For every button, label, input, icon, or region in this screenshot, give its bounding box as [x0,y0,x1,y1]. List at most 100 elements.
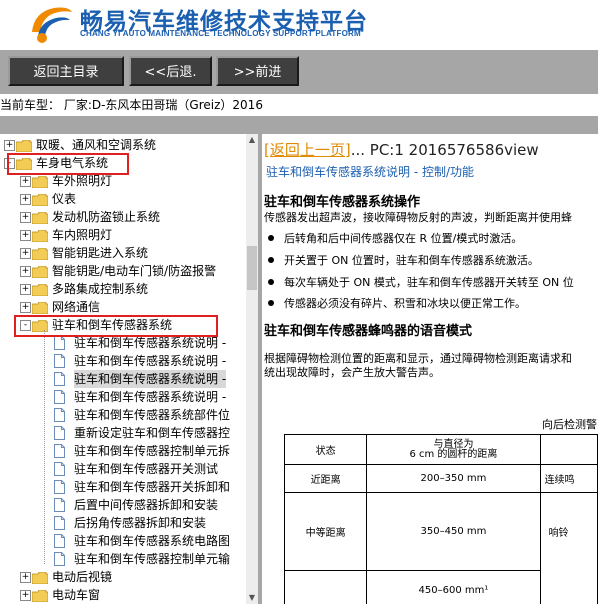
scroll-up-icon[interactable]: ▲ [246,134,258,146]
folder-icon [31,589,49,603]
expand-icon[interactable]: + [20,176,31,187]
folder-icon [31,283,49,297]
document-icon [54,426,65,440]
document-id: ... PC:1 2016576586view [350,141,539,159]
expand-icon[interactable]: + [20,248,31,259]
folder-icon [31,301,49,315]
toolbar: 返回主目录 <<后退. >>前进 [0,50,598,94]
expand-icon[interactable]: + [4,140,15,151]
tree-scrollbar[interactable]: ▲ ▼ [246,134,258,604]
tree-item-label: 发动机防盗锁止系统 [52,210,161,224]
expand-icon[interactable]: + [20,572,31,583]
document-icon [54,552,65,566]
expand-icon[interactable]: + [20,284,31,295]
section-paragraph: 根据障碍物检测位置的距离和显示，通过障碍物检测距离请求和 [264,352,572,365]
document-panel: [返回上一页]... PC:1 2016576586view 驻车和倒车传感器系… [262,134,598,604]
app-header: 畅易汽车维修技术支持平台 CHANG YI AUTO MAINTENANCE T… [0,0,598,50]
table-cell [283,570,368,604]
tree-item-label: 驻车和倒车传感器系统部件位 [74,408,231,422]
document-icon [54,408,65,422]
tree-item-label: 驻车和倒车传感器系统说明 - [74,354,227,368]
tree-item-label: 驻车和倒车传感器系统说明 - [74,390,227,404]
tree-item-label: 驻车和倒车传感器开关拆卸和 [74,480,231,494]
table-header-distance: 与直径为 6 cm 的圆杆的距离 [366,434,541,465]
tree-item-label: 后拐角传感器拆卸和安装 [74,516,207,530]
document-icon [54,462,65,476]
bullet-item: 后转角和后中间传感器仅在 R 位置/模式时激活。 [268,230,522,246]
table-header-state: 状态 [283,434,368,465]
table-cell: 450–600 mm¹ [366,570,541,604]
tree-item-label: 智能钥匙进入系统 [52,246,149,260]
home-button[interactable]: 返回主目录 [8,56,124,86]
highlight-box [14,315,218,337]
table-header-extra [539,434,598,465]
section-paragraph: 统出现故障时，会产生放大警告声。 [264,366,440,379]
car-logo-icon [32,7,72,43]
tree-item-label: 驻车和倒车传感器控制单元拆 [74,444,231,458]
tree-item-label: 驻车和倒车传感器开关测试 [74,462,219,476]
bullet-icon [268,235,274,241]
folder-icon [15,139,33,153]
tree-item-label: 车内照明灯 [52,228,113,242]
highlight-box [7,153,129,175]
tree-item-label: 智能钥匙/电动车门锁/防盗报警 [52,264,217,278]
document-icon [54,480,65,494]
folder-icon [31,571,49,585]
scroll-down-icon[interactable]: ▼ [246,592,258,604]
document-icon [54,372,65,386]
table-caption: 向后检测警 [542,418,597,431]
table-cell: 响铃 [539,492,598,571]
bullet-icon [268,279,274,285]
tree-item-label: 电动车窗 [52,588,101,602]
scroll-thumb[interactable] [247,246,257,290]
section-title-voice-mode: 驻车和倒车传感器蜂鸣器的语音模式 [264,324,473,339]
current-car-label: 当前车型： 厂家:D-东风本田哥瑞（Greiz）2016 [0,94,598,116]
document-icon [54,444,65,458]
folder-icon [31,247,49,261]
document-subtitle[interactable]: 驻车和倒车传感器系统说明 - 控制/功能 [266,163,474,180]
bullet-item: 开关置于 ON 位置时，驻车和倒车传感器系统激活。 [268,252,539,268]
tree-item-label: 多路集成控制系统 [52,282,149,296]
table-cell: 350–450 mm [366,492,541,571]
document-icon [54,390,65,404]
folder-icon [31,229,49,243]
document-header: [返回上一页]... PC:1 2016576586view [264,139,539,160]
tree-item-label: 电动后视镜 [52,570,113,584]
document-icon [54,498,65,512]
document-icon [54,354,65,368]
category-tree: -车身+取暖、通风和空调系统-车身电气系统+车外照明灯+仪表+发动机防盗锁止系统… [0,134,246,604]
expand-icon[interactable]: + [20,302,31,313]
tree-item-label: 重新设定驻车和倒车传感器控 [74,426,231,440]
expand-icon[interactable]: + [20,590,31,601]
tree-item-label: 取暖、通风和空调系统 [36,138,157,152]
tree-item-label: 仪表 [52,192,77,206]
document-icon [54,516,65,530]
folder-icon [31,211,49,225]
detection-table: 状态 与直径为 6 cm 的圆杆的距离 近距离 200–350 mm 连续鸣 中等… [283,434,598,604]
table-cell: 连续鸣 [539,464,598,493]
brand-subtitle: CHANG YI AUTO MAINTENANCE TECHNOLOGY SUP… [80,29,361,38]
tree-item-label: 驻车和倒车传感器控制单元输 [74,552,231,566]
forward-button[interactable]: >>前进 [216,56,299,86]
document-icon [54,534,65,548]
back-to-previous-link[interactable]: [返回上一页] [264,141,351,159]
folder-icon [31,193,49,207]
section-title-operation: 驻车和倒车传感器系统操作 [264,195,421,210]
divider-bar [0,116,598,134]
table-cell: 近距离 [283,464,368,493]
bullet-icon [268,257,274,263]
expand-icon[interactable]: + [20,194,31,205]
expand-icon[interactable]: + [20,230,31,241]
expand-icon[interactable]: + [20,266,31,277]
folder-icon [31,265,49,279]
tree-item-label: 后置中间传感器拆卸和安装 [74,498,219,512]
bullet-item: 传感器必须没有碎片、积雪和冰块以便正常工作。 [268,295,526,311]
back-button[interactable]: <<后退. [129,56,212,86]
tree-connector [44,330,45,564]
tree-item-label: 网络通信 [52,300,101,314]
folder-icon [31,175,49,189]
expand-icon[interactable]: + [20,212,31,223]
bullet-item: 每次车辆处于 ON 模式，驻车和倒车传感器开关转至 ON 位 [268,274,574,290]
tree-item-label: 驻车和倒车传感器系统电路图 [74,534,231,548]
table-cell: 200–350 mm [366,464,541,493]
